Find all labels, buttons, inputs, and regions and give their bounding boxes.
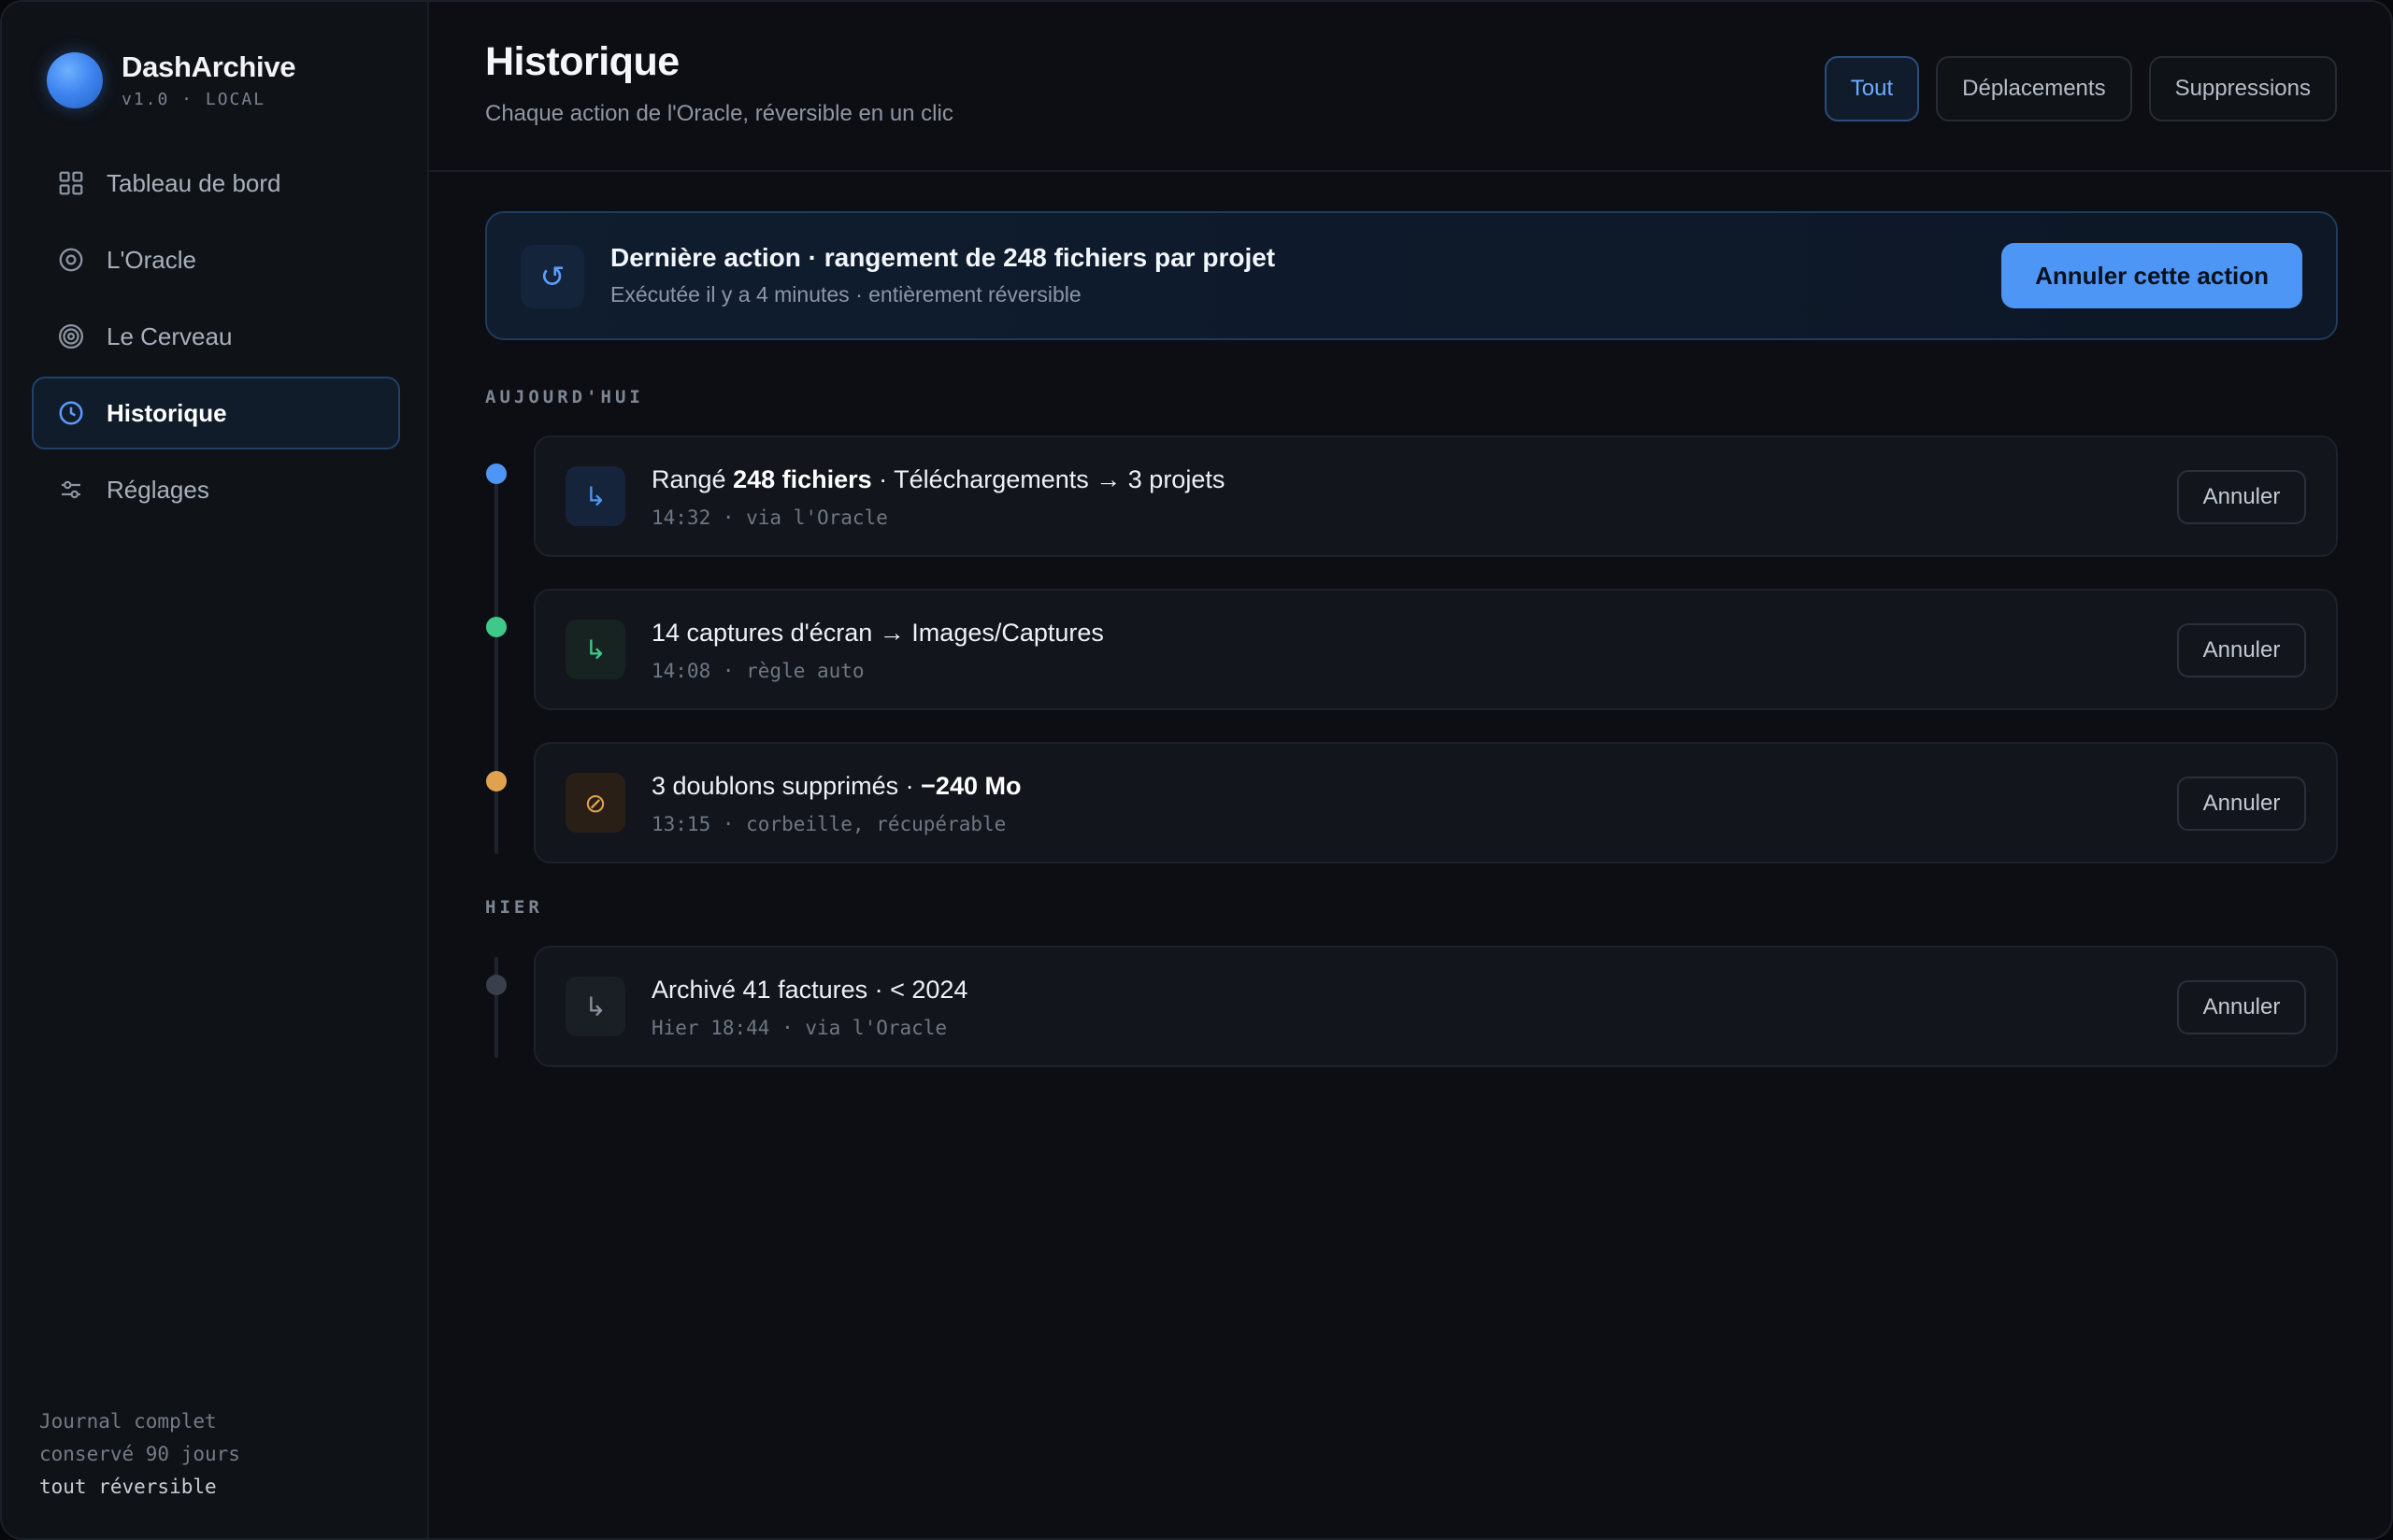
brand-name: DashArchive [122, 50, 296, 83]
filter-tabs: Tout Déplacements Suppressions [1824, 56, 2337, 121]
timeline-line [494, 469, 498, 854]
entry-meta: 14:32 · via l'Oracle [652, 506, 888, 529]
sidebar-item-label: Réglages [107, 475, 209, 504]
entry-title: 3 doublons supprimés · −240 Mo [652, 772, 1022, 800]
sidebar-item-oracle[interactable]: L'Oracle [32, 223, 400, 296]
move-arrow-icon: ↳ [566, 620, 625, 679]
target-icon [56, 245, 86, 275]
sidebar-item-historique[interactable]: Historique [32, 377, 400, 449]
entry-title: Archivé 41 factures · < 2024 [652, 976, 968, 1004]
entry-meta: Hier 18:44 · via l'Oracle [652, 1017, 948, 1039]
entry-meta: 13:15 · corbeille, récupérable [652, 813, 1007, 835]
sidebar-item-tableau-de-bord[interactable]: Tableau de bord [32, 147, 400, 220]
undo-entry-button[interactable]: Annuler [2177, 623, 2306, 677]
prohibit-icon: ⊘ [566, 773, 625, 833]
sidebar-nav: Tableau de bord L'Oracle Le Cerveau Hist… [32, 147, 400, 530]
history-entry: ⊘ 3 doublons supprimés · −240 Mo 13:15 ·… [534, 742, 2338, 863]
brand: DashArchive v1.0 · LOCAL [47, 50, 296, 109]
footer-line: Journal complet [39, 1410, 217, 1433]
brand-version: v1.0 · LOCAL [122, 90, 266, 109]
sidebar-item-reglages[interactable]: Réglages [32, 453, 400, 526]
sidebar-item-label: L'Oracle [107, 245, 197, 274]
brand-logo [47, 51, 103, 108]
filter-deplacements[interactable]: Déplacements [1936, 56, 2132, 121]
sidebar-item-cerveau[interactable]: Le Cerveau [32, 300, 400, 373]
sidebar-item-label: Historique [107, 398, 227, 427]
section-label-yesterday: HIER [485, 897, 543, 918]
timeline-line [494, 957, 498, 1058]
clock-icon [56, 398, 86, 428]
undo-entry-button[interactable]: Annuler [2177, 470, 2306, 524]
rings-icon [56, 321, 86, 351]
grid-icon [56, 168, 86, 198]
footer-line: conservé 90 jours [39, 1443, 240, 1465]
sliders-icon [56, 475, 86, 505]
move-arrow-icon: ↳ [566, 977, 625, 1036]
timeline-dot [486, 771, 507, 791]
banner-subtitle: Exécutée il y a 4 minutes · entièrement … [610, 282, 1082, 307]
entry-meta: 14:08 · règle auto [652, 660, 865, 682]
undo-entry-button[interactable]: Annuler [2177, 777, 2306, 831]
filter-suppressions[interactable]: Suppressions [2148, 56, 2337, 121]
main-content: Historique Chaque action de l'Oracle, ré… [429, 2, 2391, 1538]
move-arrow-icon: ↳ [566, 466, 625, 526]
history-entry: ↳ Rangé 248 fichiers · Téléchargements →… [534, 435, 2338, 557]
undo-entry-button[interactable]: Annuler [2177, 980, 2306, 1034]
undo-last-action-button[interactable]: Annuler cette action [2001, 243, 2302, 308]
sidebar-footer-note: Journal complet conservé 90 jours tout r… [39, 1405, 240, 1504]
timeline-dot [486, 975, 507, 995]
sidebar-item-label: Tableau de bord [107, 168, 281, 197]
entry-title: Rangé 248 fichiers · Téléchargements → 3… [652, 465, 1225, 493]
sidebar: DashArchive v1.0 · LOCAL Tableau de bord… [2, 2, 429, 1538]
timeline-dot [486, 617, 507, 637]
last-action-banner: ↺ Dernière action · rangement de 248 fic… [485, 211, 2338, 340]
app-window: DashArchive v1.0 · LOCAL Tableau de bord… [0, 0, 2393, 1540]
timeline-dot [486, 463, 507, 484]
page-title: Historique [485, 39, 680, 84]
history-entry: ↳ 14 captures d'écran → Images/Captures … [534, 589, 2338, 710]
footer-line: tout réversible [39, 1476, 217, 1498]
undo-icon: ↺ [521, 245, 584, 308]
sidebar-item-label: Le Cerveau [107, 321, 233, 350]
section-label-today: AUJOURD'HUI [485, 387, 644, 407]
history-entry: ↳ Archivé 41 factures · < 2024 Hier 18:4… [534, 946, 2338, 1067]
page-header: Historique Chaque action de l'Oracle, ré… [429, 2, 2391, 172]
filter-tout[interactable]: Tout [1824, 56, 1920, 121]
page-subtitle: Chaque action de l'Oracle, réversible en… [485, 101, 953, 126]
banner-title: Dernière action · rangement de 248 fichi… [610, 243, 1276, 272]
entry-title: 14 captures d'écran → Images/Captures [652, 619, 1104, 647]
